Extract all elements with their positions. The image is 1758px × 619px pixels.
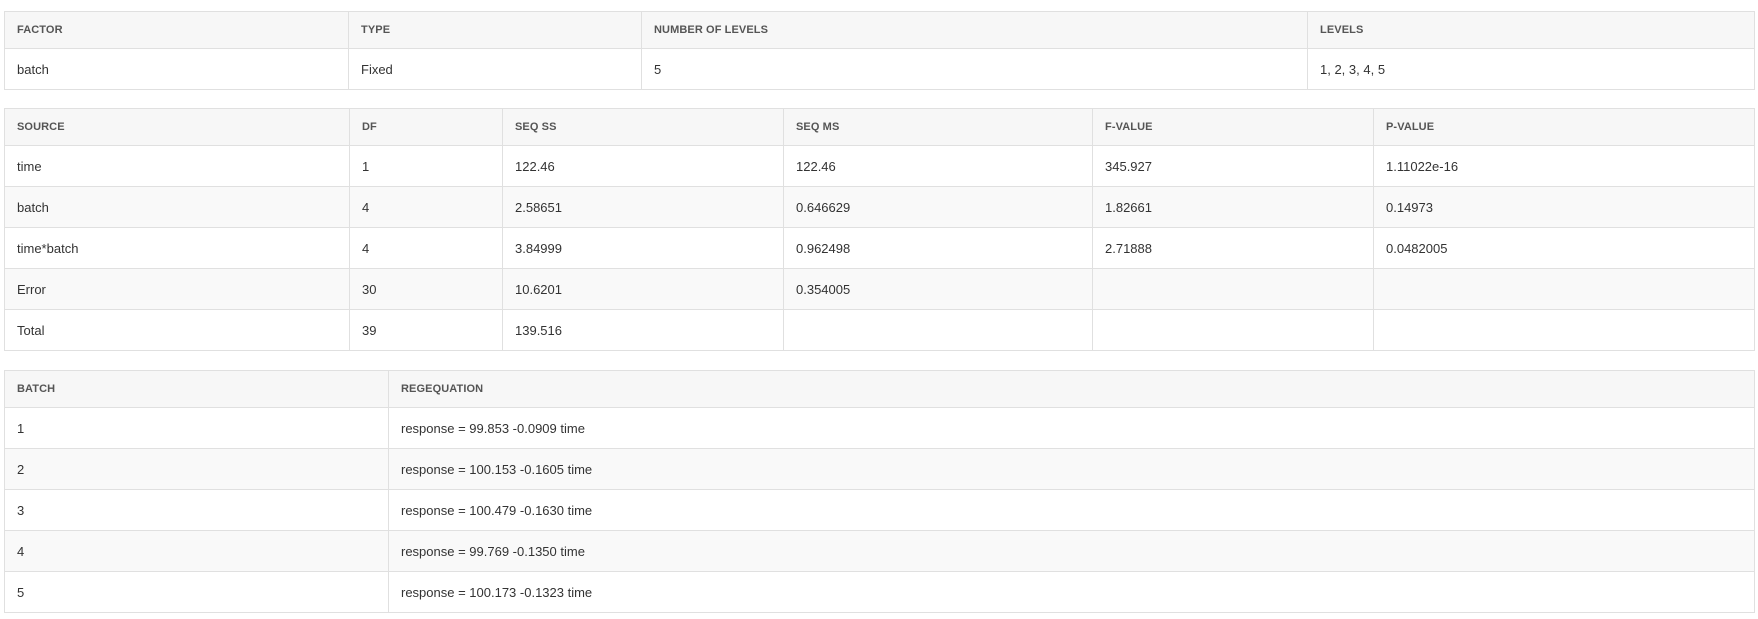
- cell-regequation: response = 100.173 -0.1323 time: [388, 571, 1755, 613]
- cell-regequation: response = 99.853 -0.0909 time: [388, 407, 1755, 449]
- table-header-row: FACTOR TYPE NUMBER OF LEVELS LEVELS: [4, 11, 1755, 49]
- cell-df: 30: [349, 268, 503, 310]
- cell-seq-ss: 122.46: [502, 145, 784, 187]
- cell-regequation: response = 100.153 -0.1605 time: [388, 448, 1755, 490]
- table-header-row: SOURCE DF SEQ SS SEQ MS F-VALUE P-VALUE: [4, 108, 1755, 146]
- cell-df: 4: [349, 227, 503, 269]
- anova-table: SOURCE DF SEQ SS SEQ MS F-VALUE P-VALUE …: [4, 108, 1755, 351]
- cell-f-value: [1092, 268, 1374, 310]
- table-row: batch 4 2.58651 0.646629 1.82661 0.14973: [4, 186, 1755, 228]
- cell-type: Fixed: [348, 48, 642, 90]
- cell-p-value: [1373, 309, 1755, 351]
- cell-f-value: 2.71888: [1092, 227, 1374, 269]
- column-header-p-value[interactable]: P-VALUE: [1373, 108, 1755, 146]
- cell-seq-ss: 3.84999: [502, 227, 784, 269]
- cell-seq-ms: 0.962498: [783, 227, 1093, 269]
- column-header-f-value[interactable]: F-VALUE: [1092, 108, 1374, 146]
- table-row: time 1 122.46 122.46 345.927 1.11022e-16: [4, 145, 1755, 187]
- cell-factor: batch: [4, 48, 349, 90]
- cell-source: time*batch: [4, 227, 350, 269]
- table-row: 5 response = 100.173 -0.1323 time: [4, 571, 1755, 613]
- table-row: 2 response = 100.153 -0.1605 time: [4, 448, 1755, 490]
- cell-seq-ms: 0.354005: [783, 268, 1093, 310]
- cell-p-value: 0.14973: [1373, 186, 1755, 228]
- cell-source: Error: [4, 268, 350, 310]
- cell-seq-ss: 2.58651: [502, 186, 784, 228]
- cell-source: Total: [4, 309, 350, 351]
- cell-source: time: [4, 145, 350, 187]
- cell-f-value: 1.82661: [1092, 186, 1374, 228]
- cell-seq-ss: 139.516: [502, 309, 784, 351]
- factor-info-table: FACTOR TYPE NUMBER OF LEVELS LEVELS batc…: [4, 11, 1755, 90]
- cell-number-of-levels: 5: [641, 48, 1308, 90]
- column-header-df[interactable]: DF: [349, 108, 503, 146]
- table-row: time*batch 4 3.84999 0.962498 2.71888 0.…: [4, 227, 1755, 269]
- cell-seq-ms: 122.46: [783, 145, 1093, 187]
- cell-df: 39: [349, 309, 503, 351]
- cell-regequation: response = 99.769 -0.1350 time: [388, 530, 1755, 572]
- cell-p-value: 1.11022e-16: [1373, 145, 1755, 187]
- column-header-seq-ss[interactable]: SEQ SS: [502, 108, 784, 146]
- cell-levels: 1, 2, 3, 4, 5: [1307, 48, 1755, 90]
- cell-f-value: [1092, 309, 1374, 351]
- cell-p-value: [1373, 268, 1755, 310]
- table-row: 4 response = 99.769 -0.1350 time: [4, 530, 1755, 572]
- cell-batch: 5: [4, 571, 389, 613]
- column-header-number-of-levels[interactable]: NUMBER OF LEVELS: [641, 11, 1308, 49]
- table-header-row: BATCH REGEQUATION: [4, 370, 1755, 408]
- cell-batch: 3: [4, 489, 389, 531]
- column-header-type[interactable]: TYPE: [348, 11, 642, 49]
- cell-seq-ms: 0.646629: [783, 186, 1093, 228]
- column-header-factor[interactable]: FACTOR: [4, 11, 349, 49]
- cell-batch: 2: [4, 448, 389, 490]
- table-row: 1 response = 99.853 -0.0909 time: [4, 407, 1755, 449]
- column-header-seq-ms[interactable]: SEQ MS: [783, 108, 1093, 146]
- column-header-source[interactable]: SOURCE: [4, 108, 350, 146]
- cell-batch: 1: [4, 407, 389, 449]
- column-header-levels[interactable]: LEVELS: [1307, 11, 1755, 49]
- table-row: batch Fixed 5 1, 2, 3, 4, 5: [4, 48, 1755, 90]
- table-row: 3 response = 100.479 -0.1630 time: [4, 489, 1755, 531]
- cell-p-value: 0.0482005: [1373, 227, 1755, 269]
- cell-df: 4: [349, 186, 503, 228]
- regression-equation-table: BATCH REGEQUATION 1 response = 99.853 -0…: [4, 370, 1755, 613]
- table-row: Total 39 139.516: [4, 309, 1755, 351]
- column-header-batch[interactable]: BATCH: [4, 370, 389, 408]
- column-header-regequation[interactable]: REGEQUATION: [388, 370, 1755, 408]
- cell-seq-ms: [783, 309, 1093, 351]
- cell-batch: 4: [4, 530, 389, 572]
- table-row: Error 30 10.6201 0.354005: [4, 268, 1755, 310]
- cell-source: batch: [4, 186, 350, 228]
- cell-seq-ss: 10.6201: [502, 268, 784, 310]
- cell-df: 1: [349, 145, 503, 187]
- cell-regequation: response = 100.479 -0.1630 time: [388, 489, 1755, 531]
- cell-f-value: 345.927: [1092, 145, 1374, 187]
